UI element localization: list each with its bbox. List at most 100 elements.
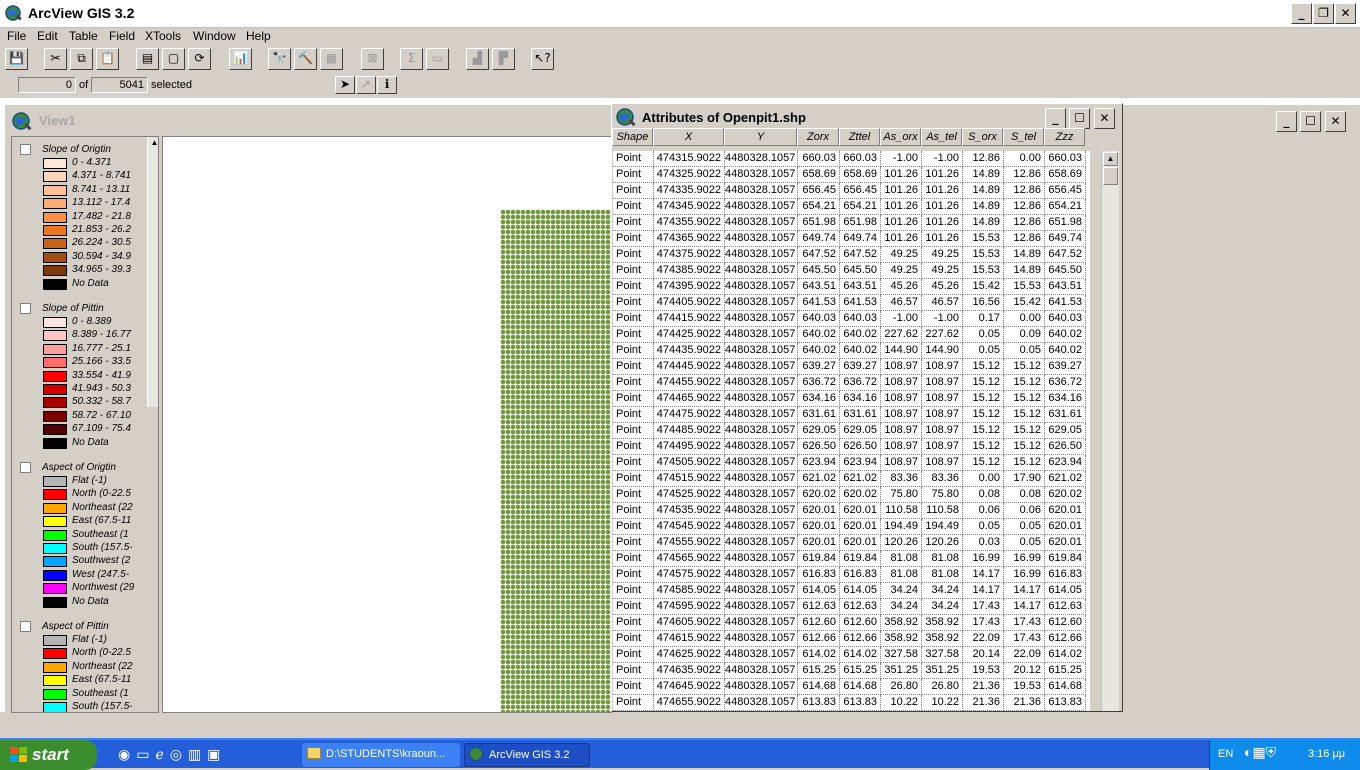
table-cell[interactable]: 651.98 <box>840 215 881 231</box>
table-cell[interactable]: 647.52 <box>798 247 840 263</box>
table-cell[interactable]: 4480328.1057 <box>725 359 798 375</box>
table-cell[interactable]: 620.01 <box>798 519 840 535</box>
table-cell[interactable]: 629.05 <box>798 423 840 439</box>
table-cell[interactable]: 26.80 <box>922 679 963 695</box>
toc-scroll-up-icon[interactable]: ▲ <box>149 138 158 150</box>
table-cell[interactable]: 227.62 <box>922 327 963 343</box>
table-cell[interactable]: 616.83 <box>1045 567 1086 583</box>
table-cell[interactable]: 0.05 <box>963 343 1004 359</box>
save-icon[interactable]: 💾 <box>5 48 28 70</box>
table-cell[interactable]: 645.50 <box>798 263 840 279</box>
table-row[interactable]: Point 474405.9022 4480328.1057 641.53 641.53… <box>613 295 1090 311</box>
table-cell[interactable]: 12.86 <box>1004 183 1045 199</box>
table-cell[interactable]: 636.72 <box>798 375 840 391</box>
table-row[interactable]: Point 474465.9022 4480328.1057 634.16 634.16… <box>613 391 1090 407</box>
table-cell[interactable]: 4480328.1057 <box>725 183 798 199</box>
table-cell[interactable]: 34.24 <box>922 599 963 615</box>
table-cell[interactable]: 474415.9022 <box>654 311 725 327</box>
table-cell[interactable]: 474445.9022 <box>654 359 725 375</box>
table-cell[interactable]: Point <box>613 359 654 375</box>
query-builder-icon[interactable]: 🔨 <box>294 48 317 70</box>
table-row[interactable]: Point 474335.9022 4480328.1057 656.45 656.45… <box>613 183 1090 199</box>
table-cell[interactable]: 620.01 <box>840 519 881 535</box>
table-cell[interactable]: 658.69 <box>1045 167 1086 183</box>
sort-descending-icon[interactable]: ▛ <box>492 48 515 70</box>
table-cell[interactable]: 144.90 <box>922 343 963 359</box>
refresh-icon[interactable]: ⟳ <box>188 48 211 70</box>
table-cell[interactable]: 34.24 <box>922 583 963 599</box>
table-cell[interactable]: 474555.9022 <box>654 535 725 551</box>
table-cell[interactable]: Point <box>613 247 654 263</box>
table-cell[interactable]: 614.68 <box>1045 679 1086 695</box>
table-cell[interactable]: 4480328.1057 <box>725 535 798 551</box>
table-select-none-icon[interactable]: ▢ <box>162 48 185 70</box>
table-cell[interactable]: 21.36 <box>963 679 1004 695</box>
table-cell[interactable]: 649.74 <box>798 231 840 247</box>
table-row[interactable]: Point 474425.9022 4480328.1057 640.02 640.02… <box>613 327 1090 343</box>
table-cell[interactable]: 22.09 <box>1004 647 1045 663</box>
table-cell[interactable]: 626.50 <box>798 439 840 455</box>
table-cell[interactable]: 636.72 <box>840 375 881 391</box>
table-cell[interactable]: 14.89 <box>963 167 1004 183</box>
minimize-button[interactable]: _ <box>1291 3 1312 24</box>
promote-icon[interactable]: ▦ <box>320 48 343 70</box>
table-cell[interactable]: 120.26 <box>881 535 922 551</box>
table-cell[interactable]: 4480328.1057 <box>725 439 798 455</box>
table-cell[interactable]: 649.74 <box>1045 231 1086 247</box>
table-cell[interactable]: 619.84 <box>798 551 840 567</box>
table-cell[interactable]: 101.26 <box>881 183 922 199</box>
table-cell[interactable]: 612.63 <box>798 599 840 615</box>
table-cell[interactable]: 4480328.1057 <box>725 295 798 311</box>
table-cell[interactable]: Point <box>613 487 654 503</box>
table-cell[interactable]: Point <box>613 167 654 183</box>
table-cell[interactable]: 108.97 <box>922 375 963 391</box>
table-cell[interactable]: 474565.9022 <box>654 551 725 567</box>
table-cell[interactable]: 4480328.1057 <box>725 631 798 647</box>
table-cell[interactable]: 613.83 <box>840 695 881 711</box>
table-cell[interactable]: 620.02 <box>840 487 881 503</box>
table-cell[interactable]: 615.25 <box>840 663 881 679</box>
table-cell[interactable]: 612.60 <box>798 615 840 631</box>
table-cell[interactable]: 15.42 <box>1004 295 1045 311</box>
theme-title[interactable]: Slope of Pittin <box>42 303 104 314</box>
scroll-thumb[interactable] <box>1103 167 1118 185</box>
table-cell[interactable]: 658.69 <box>840 167 881 183</box>
tray-icons[interactable]: ◐▦⛨ <box>1244 744 1276 761</box>
view-minimize-button[interactable]: _ <box>1276 111 1297 132</box>
table-cell[interactable]: 101.26 <box>922 199 963 215</box>
table-cell[interactable]: 4480328.1057 <box>725 327 798 343</box>
table-cell[interactable]: 4480328.1057 <box>725 503 798 519</box>
column-header[interactable]: Zorx <box>797 128 839 146</box>
table-cell[interactable]: 616.83 <box>798 567 840 583</box>
table-cell[interactable]: 15.12 <box>963 391 1004 407</box>
table-cell[interactable]: 14.17 <box>1004 583 1045 599</box>
table-cell[interactable]: 0.06 <box>1004 503 1045 519</box>
table-cell[interactable]: 613.83 <box>798 695 840 711</box>
table-cell[interactable]: 4480328.1057 <box>725 343 798 359</box>
table-cell[interactable]: 474545.9022 <box>654 519 725 535</box>
table-cell[interactable]: 620.01 <box>1045 535 1086 551</box>
table-cell[interactable]: 4480328.1057 <box>725 199 798 215</box>
table-cell[interactable]: 474475.9022 <box>654 407 725 423</box>
table-cell[interactable]: 194.49 <box>922 519 963 535</box>
table-cell[interactable]: 612.60 <box>840 615 881 631</box>
table-cell[interactable]: 643.51 <box>798 279 840 295</box>
table-cell[interactable]: 4480328.1057 <box>725 695 798 711</box>
table-cell[interactable]: 358.92 <box>881 615 922 631</box>
table-row[interactable]: Point 474435.9022 4480328.1057 640.02 640.02… <box>613 343 1090 359</box>
table-cell[interactable]: 474465.9022 <box>654 391 725 407</box>
table-cell[interactable]: Point <box>613 311 654 327</box>
table-row[interactable]: Point 474515.9022 4480328.1057 621.02 621.02… <box>613 471 1090 487</box>
table-cell[interactable]: 46.57 <box>922 295 963 311</box>
table-cell[interactable]: Point <box>613 375 654 391</box>
table-cell[interactable]: 639.27 <box>840 359 881 375</box>
table-cell[interactable]: Point <box>613 151 654 167</box>
table-cell[interactable]: 614.02 <box>840 647 881 663</box>
table-row[interactable]: Point 474565.9022 4480328.1057 619.84 619.84… <box>613 551 1090 567</box>
menu-xtools[interactable]: XTools <box>145 29 181 43</box>
table-cell[interactable]: 474315.9022 <box>654 151 725 167</box>
table-cell[interactable]: 612.66 <box>840 631 881 647</box>
table-cell[interactable]: 4480328.1057 <box>725 151 798 167</box>
table-cell[interactable]: 4480328.1057 <box>725 615 798 631</box>
table-cell[interactable]: Point <box>613 231 654 247</box>
